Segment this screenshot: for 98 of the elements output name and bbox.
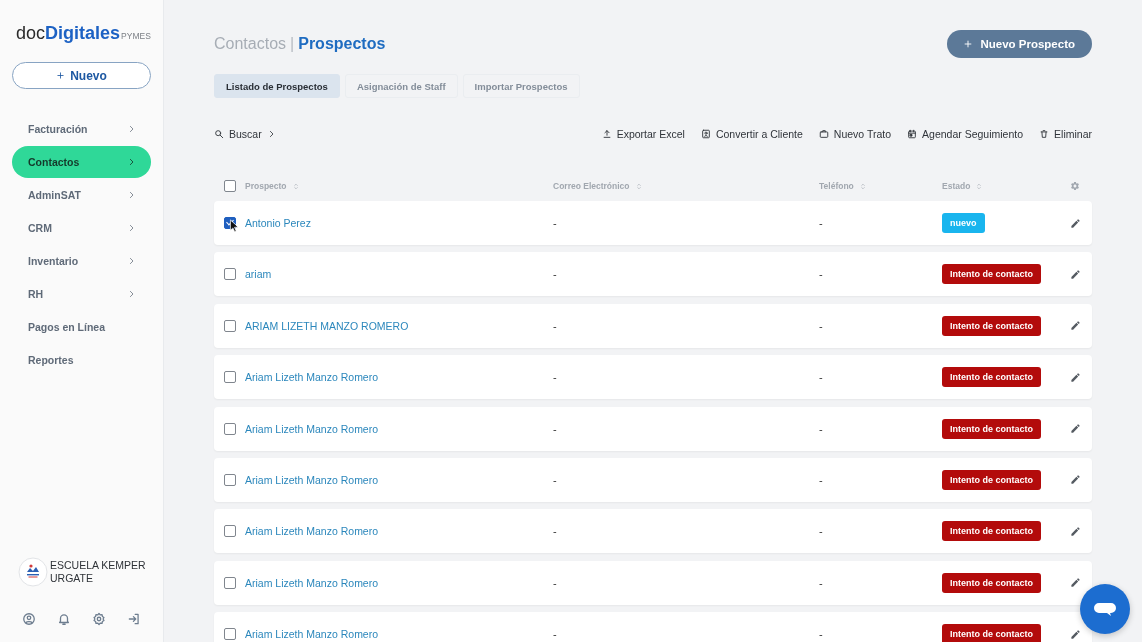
sort-icon xyxy=(634,181,643,191)
email-value: - xyxy=(553,371,557,384)
trash-icon xyxy=(1039,129,1050,139)
edit-pencil-icon[interactable] xyxy=(1069,474,1081,486)
prospect-name-link[interactable]: Ariam Lizeth Manzo Romero xyxy=(245,525,379,538)
sidebar-item[interactable]: RH xyxy=(12,278,151,310)
edit-pencil-icon[interactable] xyxy=(1069,268,1081,280)
sidebar-item[interactable]: Inventario xyxy=(12,245,151,277)
phone-value: - xyxy=(819,319,823,332)
plus-icon xyxy=(963,39,974,49)
notifications-bell-icon[interactable] xyxy=(57,612,71,626)
email-value: - xyxy=(553,422,557,435)
edit-pencil-icon[interactable] xyxy=(1069,525,1081,537)
sort-icon xyxy=(858,181,867,191)
toolbar-button[interactable]: Eliminar xyxy=(1039,128,1092,140)
plus-icon xyxy=(56,71,66,80)
edit-pencil-icon[interactable] xyxy=(1069,423,1081,435)
toolbar-button[interactable]: Exportar Excel xyxy=(601,128,685,140)
search-icon xyxy=(214,129,224,139)
edit-pencil-icon[interactable] xyxy=(1069,371,1081,383)
phone-value: - xyxy=(819,371,823,384)
toolbar-button[interactable]: Convertir a Cliente xyxy=(700,128,803,140)
select-all-checkbox[interactable] xyxy=(224,180,236,192)
sidebar-item[interactable]: AdminSAT xyxy=(12,179,151,211)
phone-value: - xyxy=(819,268,823,281)
settings-icon[interactable] xyxy=(1070,181,1080,191)
page-title: Prospectos xyxy=(298,35,386,53)
status-tag: Intento de contacto xyxy=(942,624,1041,642)
prospect-name-link[interactable]: ARIAM LIZETH MANZO ROMERO xyxy=(245,319,409,332)
account-name: ESCUELA KEMPER URGATE xyxy=(50,559,146,585)
upload-icon xyxy=(601,129,612,139)
row-checkbox[interactable] xyxy=(224,371,236,384)
status-tag: Intento de contacto xyxy=(942,367,1041,388)
breadcrumb-separator: | xyxy=(290,35,295,53)
tab[interactable]: Importar Prospectos xyxy=(462,74,580,98)
tab[interactable]: Listado de Prospectos xyxy=(214,74,340,98)
toolbar-button[interactable]: Nuevo Trato xyxy=(818,128,892,140)
email-value: - xyxy=(553,525,557,538)
phone-value: - xyxy=(819,525,823,538)
sidebar-item[interactable]: Pagos en Línea xyxy=(12,311,151,343)
status-tag: Intento de contacto xyxy=(942,264,1041,285)
status-tag: Intento de contacto xyxy=(942,418,1041,439)
row-checkbox[interactable] xyxy=(224,628,236,641)
email-value: - xyxy=(553,217,557,229)
mouse-pointer-icon xyxy=(229,219,239,233)
prospect-name-link[interactable]: ariam xyxy=(245,268,272,281)
brand-logo: docDigitalesPYMES xyxy=(16,22,151,45)
phone-value: - xyxy=(819,576,823,589)
edit-pencil-icon[interactable] xyxy=(1069,217,1081,229)
contact-card-icon xyxy=(700,129,711,139)
email-value: - xyxy=(553,319,557,332)
phone-value: - xyxy=(819,473,823,486)
status-tag: nuevo xyxy=(942,213,985,233)
prospect-name-link[interactable]: Ariam Lizeth Manzo Romero xyxy=(245,422,379,435)
new-prospect-button[interactable]: Nuevo Prospecto xyxy=(947,30,1092,58)
settings-icon[interactable] xyxy=(92,612,106,626)
row-checkbox[interactable] xyxy=(224,473,236,486)
prospect-name-link[interactable]: Antonio Perez xyxy=(245,217,311,229)
chat-bubble-icon xyxy=(1093,601,1117,617)
edit-pencil-icon[interactable] xyxy=(1069,320,1081,332)
school-logo-icon xyxy=(18,557,48,587)
sidebar-item[interactable]: Facturación xyxy=(12,113,151,145)
status-tag: Intento de contacto xyxy=(942,521,1041,542)
row-checkbox[interactable] xyxy=(224,422,236,435)
new-button[interactable]: Nuevo xyxy=(12,62,151,89)
email-value: - xyxy=(553,628,557,641)
row-checkbox[interactable] xyxy=(224,525,236,538)
prospect-name-link[interactable]: Ariam Lizeth Manzo Romero xyxy=(245,576,379,589)
edit-pencil-icon[interactable] xyxy=(1069,577,1081,589)
logout-icon[interactable] xyxy=(127,612,141,626)
email-value: - xyxy=(553,473,557,486)
phone-value: - xyxy=(819,628,823,641)
sidebar-item[interactable]: Contactos xyxy=(12,146,151,178)
search-button[interactable]: Buscar xyxy=(214,128,276,140)
phone-value: - xyxy=(819,217,823,229)
edit-pencil-icon[interactable] xyxy=(1069,628,1081,640)
prospect-name-link[interactable]: Ariam Lizeth Manzo Romero xyxy=(245,371,379,384)
row-checkbox[interactable] xyxy=(224,268,236,281)
tab[interactable]: Asignación de Staff xyxy=(344,74,458,98)
email-value: - xyxy=(553,268,557,281)
row-checkbox[interactable] xyxy=(224,319,236,332)
status-tag: Intento de contacto xyxy=(942,469,1041,490)
status-tag: Intento de contacto xyxy=(942,572,1041,593)
briefcase-icon xyxy=(818,129,829,139)
calendar-icon xyxy=(907,129,918,139)
sidebar-item[interactable]: CRM xyxy=(12,212,151,244)
status-tag: Intento de contacto xyxy=(942,315,1041,336)
prospect-name-link[interactable]: Ariam Lizeth Manzo Romero xyxy=(245,473,379,486)
prospect-name-link[interactable]: Ariam Lizeth Manzo Romero xyxy=(245,628,379,641)
sort-icon xyxy=(291,181,300,191)
row-checkbox[interactable] xyxy=(224,576,236,589)
email-value: - xyxy=(553,576,557,589)
profile-icon[interactable] xyxy=(22,612,36,626)
sort-icon xyxy=(975,181,984,191)
chat-button[interactable] xyxy=(1080,584,1130,634)
sidebar-item[interactable]: Reportes xyxy=(12,344,151,376)
toolbar-button[interactable]: Agendar Seguimiento xyxy=(907,128,1024,140)
phone-value: - xyxy=(819,422,823,435)
